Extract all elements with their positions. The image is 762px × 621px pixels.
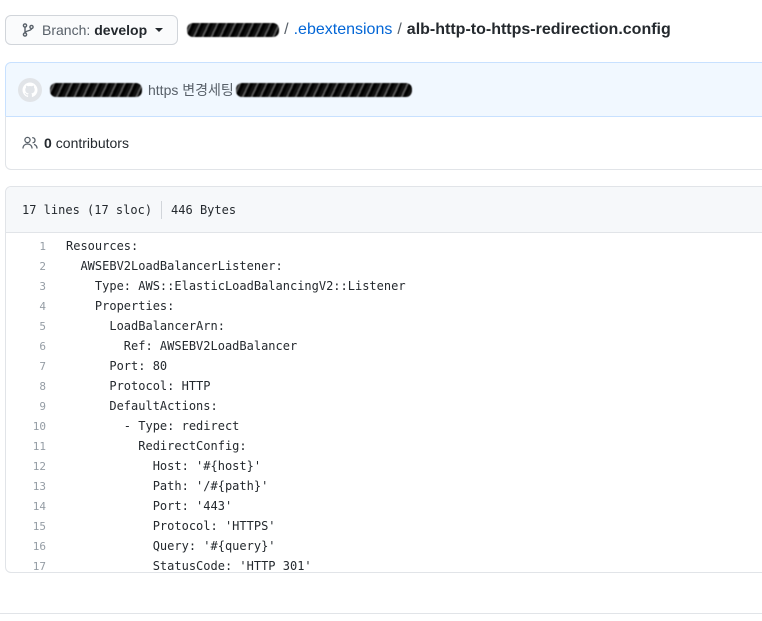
code-text: Host: '#{host}'	[66, 459, 262, 473]
code-text: Properties:	[66, 299, 175, 313]
code-line: 11 RedirectConfig:	[6, 436, 762, 456]
line-number[interactable]: 4	[6, 300, 46, 313]
code-line: 16 Query: '#{query}'	[6, 536, 762, 556]
code-line: 8 Protocol: HTTP	[6, 376, 762, 396]
contributors-label[interactable]: contributors	[56, 135, 129, 151]
line-number[interactable]: 12	[6, 460, 46, 473]
code-line: 13 Path: '/#{path}'	[6, 476, 762, 496]
code-text: Ref: AWSEBV2LoadBalancer	[66, 339, 298, 353]
code-line: 2 AWSEBV2LoadBalancerListener:	[6, 256, 762, 276]
line-number[interactable]: 9	[6, 400, 46, 413]
page-divider	[0, 613, 762, 614]
branch-name: develop	[94, 22, 148, 38]
code-text: - Type: redirect	[66, 419, 240, 433]
line-number[interactable]: 3	[6, 280, 46, 293]
caret-down-icon	[155, 28, 164, 32]
code-text: AWSEBV2LoadBalancerListener:	[66, 259, 283, 273]
line-number[interactable]: 6	[6, 340, 46, 353]
code-line: 3 Type: AWS::ElasticLoadBalancingV2::Lis…	[6, 276, 762, 296]
line-number[interactable]: 1	[6, 240, 46, 253]
file-info-header: 17 lines (17 sloc) 446 Bytes	[6, 187, 762, 233]
code-text: Query: '#{query}'	[66, 539, 276, 553]
commit-message-link[interactable]: https 변경세팅	[148, 80, 234, 100]
redacted-commit-text	[235, 82, 412, 97]
file-navigation: Branch: develop / .ebextensions / alb-ht…	[5, 14, 671, 46]
code-text: StatusCode: 'HTTP_301'	[66, 559, 312, 573]
code-text: Type: AWS::ElasticLoadBalancingV2::Liste…	[66, 279, 406, 293]
line-number[interactable]: 5	[6, 320, 46, 333]
line-number[interactable]: 17	[6, 560, 46, 573]
git-branch-icon	[22, 23, 34, 37]
code-line: 1 Resources:	[6, 236, 762, 256]
commit-message: https 변경세팅	[50, 80, 412, 100]
breadcrumb-file-name: alb-http-to-https-redirection.config	[406, 21, 671, 38]
line-number[interactable]: 13	[6, 480, 46, 493]
contributors-count: 0	[44, 134, 52, 151]
code-text: Protocol: 'HTTPS'	[66, 519, 276, 533]
line-number[interactable]: 16	[6, 540, 46, 553]
code-line: 4 Properties:	[6, 296, 762, 316]
code-line: 17 StatusCode: 'HTTP_301'	[6, 556, 762, 573]
code-text: Resources:	[66, 239, 139, 253]
line-number[interactable]: 14	[6, 500, 46, 513]
breadcrumb-folder-link[interactable]: .ebextensions	[294, 21, 393, 39]
code-text: Path: '/#{path}'	[66, 479, 269, 493]
code-text: RedirectConfig:	[66, 439, 247, 453]
branch-select-button[interactable]: Branch: develop	[5, 15, 179, 45]
code-text: Port: '443'	[66, 499, 233, 513]
line-number[interactable]: 10	[6, 420, 46, 433]
people-icon	[22, 136, 38, 149]
breadcrumb: / .ebextensions / alb-http-to-https-redi…	[187, 21, 671, 39]
file-line-count: 17 lines (17 sloc)	[22, 202, 153, 217]
code-line: 12 Host: '#{host}'	[6, 456, 762, 476]
code-text: LoadBalancerArn:	[66, 319, 225, 333]
breadcrumb-separator: /	[284, 21, 289, 38]
code-line: 5 LoadBalancerArn:	[6, 316, 762, 336]
line-number[interactable]: 8	[6, 380, 46, 393]
latest-commit-bar: https 변경세팅	[5, 62, 762, 117]
code-line: 7 Port: 80	[6, 356, 762, 376]
github-avatar-icon[interactable]	[18, 77, 42, 102]
line-number[interactable]: 15	[6, 520, 46, 533]
line-number[interactable]: 11	[6, 440, 46, 453]
redacted-author-name	[50, 82, 142, 97]
file-viewer: 17 lines (17 sloc) 446 Bytes 1 Resources:…	[5, 186, 762, 573]
code-text: Protocol: HTTP	[66, 379, 211, 393]
code-line: 14 Port: '443'	[6, 496, 762, 516]
contributors-bar: 0 contributors	[5, 116, 762, 170]
code-line: 15 Protocol: 'HTTPS'	[6, 516, 762, 536]
code-line: 6 Ref: AWSEBV2LoadBalancer	[6, 336, 762, 356]
code-table: 1 Resources: 2 AWSEBV2LoadBalancerListener…	[6, 233, 762, 573]
code-text: Port: 80	[66, 359, 168, 373]
redacted-repo-name	[187, 23, 280, 37]
code-line: 9 DefaultActions:	[6, 396, 762, 416]
line-number[interactable]: 2	[6, 260, 46, 273]
branch-label: Branch:	[42, 22, 91, 38]
line-number[interactable]: 7	[6, 360, 46, 373]
file-size: 446 Bytes	[171, 202, 237, 217]
code-text: DefaultActions:	[66, 399, 218, 413]
code-line: 10 - Type: redirect	[6, 416, 762, 436]
breadcrumb-separator: /	[397, 21, 402, 38]
header-divider	[161, 200, 163, 219]
